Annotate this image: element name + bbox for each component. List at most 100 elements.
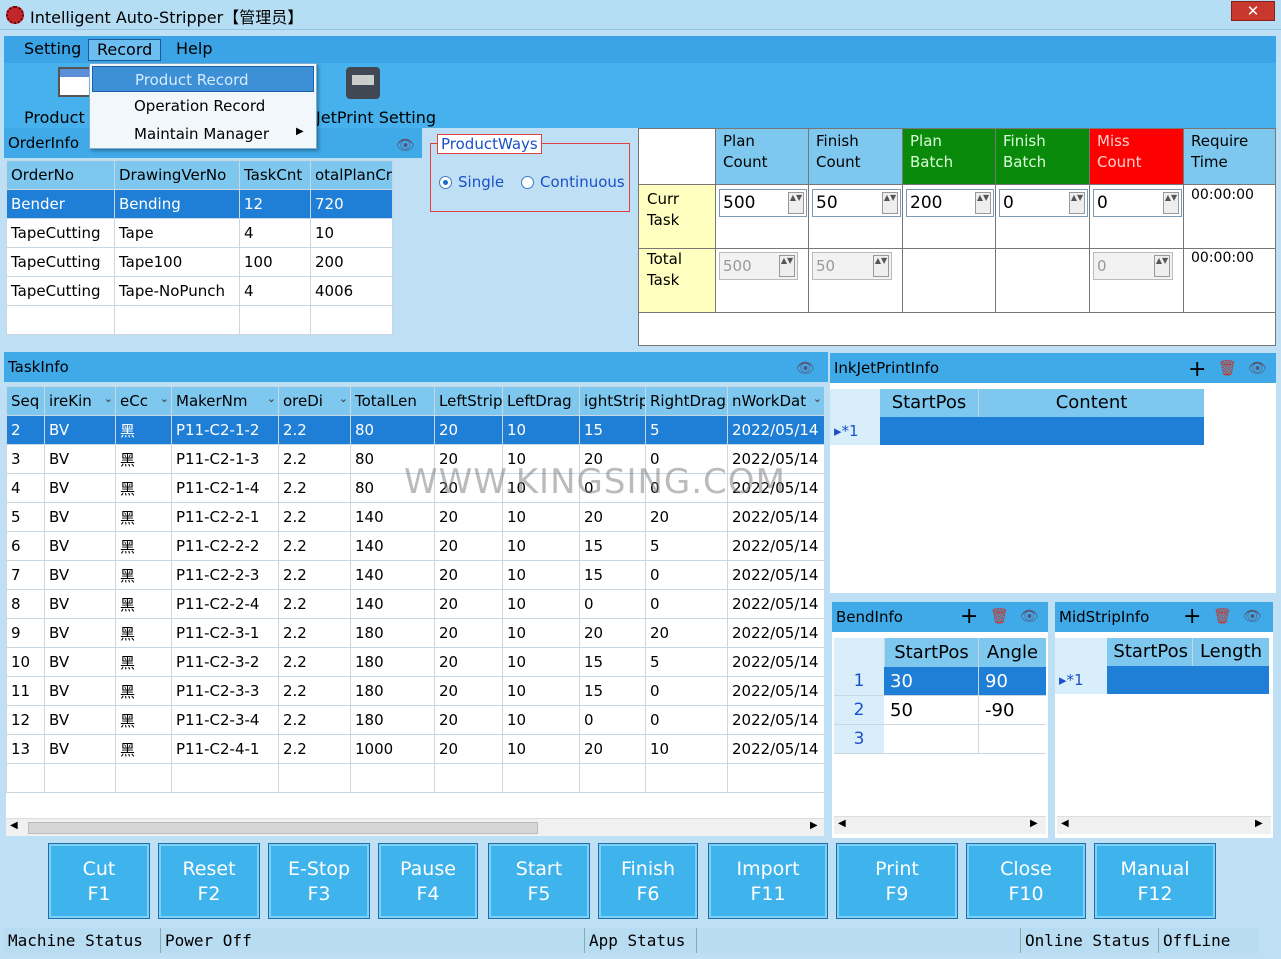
- table-row[interactable]: [6, 763, 824, 793]
- table-row[interactable]: 1 30 90: [834, 667, 1046, 696]
- curr-count-input[interactable]: 200 ▲▼: [906, 189, 994, 217]
- table-row[interactable]: 3: [834, 725, 1046, 754]
- table-row[interactable]: 8 BV 黑 P11-C2-2-4 2.2 140 20 10 0 0 2022/05/14: [6, 589, 824, 619]
- order-col-header[interactable]: otalPlanCr: [310, 160, 393, 190]
- filter-chevron-icon[interactable]: ⌄: [813, 392, 822, 405]
- radio-continuous[interactable]: Continuous: [521, 173, 625, 191]
- table-row[interactable]: [6, 305, 393, 335]
- task-col-header[interactable]: LeftStrip: [434, 386, 503, 416]
- table-cell: 黑: [115, 415, 172, 445]
- inkjet-row[interactable]: [880, 417, 1204, 445]
- function-button-manual[interactable]: Manual F12: [1094, 843, 1216, 919]
- delete-icon[interactable]: 🗑: [1213, 607, 1232, 625]
- function-button-cut[interactable]: Cut F1: [48, 843, 150, 919]
- curr-count-input[interactable]: 0 ▲▼: [999, 189, 1088, 217]
- table-row[interactable]: 10 BV 黑 P11-C2-3-2 2.2 180 20 10 15 5 2022/05/14: [6, 647, 824, 677]
- table-row[interactable]: TapeCutting Tape 4 10: [6, 218, 393, 248]
- table-cell: [434, 763, 503, 793]
- table-row[interactable]: 7 BV 黑 P11-C2-2-3 2.2 140 20 10 15 0 2022/05/14: [6, 560, 824, 590]
- menu-operation-record[interactable]: Operation Record: [92, 93, 314, 119]
- menu-record[interactable]: Record: [88, 39, 162, 61]
- function-button-import[interactable]: Import F11: [708, 843, 828, 919]
- table-row[interactable]: 13 BV 黑 P11-C2-4-1 2.2 1000 20 10 20 10 2022/05/14: [6, 734, 824, 764]
- eye-icon[interactable]: 👁: [396, 136, 415, 154]
- spinner-icon[interactable]: ▲▼: [882, 192, 898, 214]
- order-col-header[interactable]: OrderNo: [6, 160, 115, 190]
- function-button-finish[interactable]: Finish F6: [598, 843, 698, 919]
- curr-count-input[interactable]: 50 ▲▼: [812, 189, 901, 217]
- midstrip-scrollbar[interactable]: ◀ ▶: [1057, 816, 1271, 834]
- inkjet-row-header[interactable]: ▸*1: [830, 417, 880, 445]
- delete-icon[interactable]: 🗑: [1218, 359, 1237, 377]
- order-col-header[interactable]: TaskCnt: [239, 160, 311, 190]
- table-row[interactable]: Bender Bending 12 720: [6, 189, 393, 219]
- table-row[interactable]: 2 50 -90: [834, 696, 1046, 725]
- table-row[interactable]: TapeCutting Tape-NoPunch 4 4006: [6, 276, 393, 306]
- add-icon[interactable]: +: [1183, 604, 1201, 629]
- bend-scrollbar[interactable]: ◀ ▶: [834, 816, 1046, 834]
- table-row[interactable]: 2 BV 黑 P11-C2-1-2 2.2 80 20 10 15 5 2022/05/14: [6, 415, 824, 445]
- order-col-header[interactable]: DrawingVerNo: [114, 160, 240, 190]
- filter-chevron-icon[interactable]: ⌄: [104, 392, 113, 405]
- spinner-icon[interactable]: ▲▼: [975, 192, 991, 214]
- task-col-header[interactable]: TotalLen: [350, 386, 435, 416]
- product-record-icon[interactable]: [58, 67, 92, 97]
- total-count-input: 50 ▲▼: [812, 252, 892, 280]
- add-icon[interactable]: +: [1188, 357, 1206, 382]
- task-col-header[interactable]: MakerNm ⌄: [171, 386, 279, 416]
- menu-product-record[interactable]: Product Record: [92, 66, 314, 92]
- task-col-header[interactable]: LeftDrag: [502, 386, 580, 416]
- table-row[interactable]: 5 BV 黑 P11-C2-2-1 2.2 140 20 10 20 20 2022/05/14: [6, 502, 824, 532]
- eye-icon[interactable]: 👁: [796, 359, 815, 377]
- spinner-icon[interactable]: ▲▼: [1163, 192, 1179, 214]
- task-col-header[interactable]: nWorkDat ⌄: [727, 386, 824, 416]
- menu-setting[interactable]: Setting: [16, 39, 89, 61]
- task-horizontal-scrollbar[interactable]: ◀ ▶: [6, 818, 824, 836]
- eye-icon[interactable]: 👁: [1243, 607, 1262, 625]
- function-button-start[interactable]: Start F5: [488, 843, 590, 919]
- eye-icon[interactable]: 👁: [1248, 359, 1267, 377]
- spinner-icon[interactable]: ▲▼: [788, 192, 804, 214]
- function-button-reset[interactable]: Reset F2: [158, 843, 260, 919]
- table-row[interactable]: 6 BV 黑 P11-C2-2-2 2.2 140 20 10 15 5 2022/05/14: [6, 531, 824, 561]
- toolbar-inkjet-label[interactable]: JetPrint Setting: [316, 108, 436, 127]
- radio-single[interactable]: Single: [439, 173, 504, 191]
- midstrip-row-header[interactable]: ▸*1: [1055, 666, 1107, 694]
- scroll-thumb[interactable]: [28, 822, 538, 834]
- function-button-close[interactable]: Close F10: [966, 843, 1086, 919]
- eye-icon[interactable]: 👁: [1020, 607, 1039, 625]
- inkjet-printer-icon[interactable]: [346, 67, 380, 99]
- filter-chevron-icon[interactable]: ⌄: [267, 392, 276, 405]
- filter-chevron-icon[interactable]: ⌄: [160, 392, 169, 405]
- scroll-left-icon[interactable]: ◀: [10, 820, 18, 831]
- task-col-header[interactable]: RightDrag: [645, 386, 728, 416]
- menu-maintain-manager[interactable]: Maintain Manager: [92, 121, 314, 147]
- table-row[interactable]: 9 BV 黑 P11-C2-3-1 2.2 180 20 10 20 20 2022/05/14: [6, 618, 824, 648]
- button-label: Print: [875, 858, 919, 880]
- task-col-header[interactable]: oreDi ⌄: [278, 386, 351, 416]
- menu-help[interactable]: Help: [168, 39, 220, 61]
- midstrip-row[interactable]: [1107, 666, 1269, 694]
- spinner-icon[interactable]: ▲▼: [1069, 192, 1085, 214]
- scroll-left-icon[interactable]: ◀: [838, 818, 846, 829]
- table-row[interactable]: 12 BV 黑 P11-C2-3-4 2.2 180 20 10 0 0 2022/05/14: [6, 705, 824, 735]
- function-button-pause[interactable]: Pause F4: [378, 843, 478, 919]
- close-window-button[interactable]: ✕: [1231, 1, 1275, 21]
- task-col-header[interactable]: eCc ⌄: [115, 386, 172, 416]
- task-col-header[interactable]: Seq: [6, 386, 45, 416]
- table-row[interactable]: TapeCutting Tape100 100 200: [6, 247, 393, 277]
- filter-chevron-icon[interactable]: ⌄: [339, 392, 348, 405]
- scroll-right-icon[interactable]: ▶: [1030, 818, 1038, 829]
- task-col-header[interactable]: ireKin ⌄: [44, 386, 116, 416]
- add-icon[interactable]: +: [960, 604, 978, 629]
- task-col-header[interactable]: ightStrip: [579, 386, 646, 416]
- curr-count-input[interactable]: 500 ▲▼: [719, 189, 807, 217]
- scroll-right-icon[interactable]: ▶: [1255, 818, 1263, 829]
- delete-icon[interactable]: 🗑: [990, 607, 1009, 625]
- function-button-print[interactable]: Print F9: [836, 843, 958, 919]
- curr-count-input[interactable]: 0 ▲▼: [1093, 189, 1182, 217]
- scroll-left-icon[interactable]: ◀: [1061, 818, 1069, 829]
- table-row[interactable]: 11 BV 黑 P11-C2-3-3 2.2 180 20 10 15 0 2022/05/14: [6, 676, 824, 706]
- scroll-right-icon[interactable]: ▶: [810, 820, 818, 831]
- function-button-e-stop[interactable]: E-Stop F3: [268, 843, 370, 919]
